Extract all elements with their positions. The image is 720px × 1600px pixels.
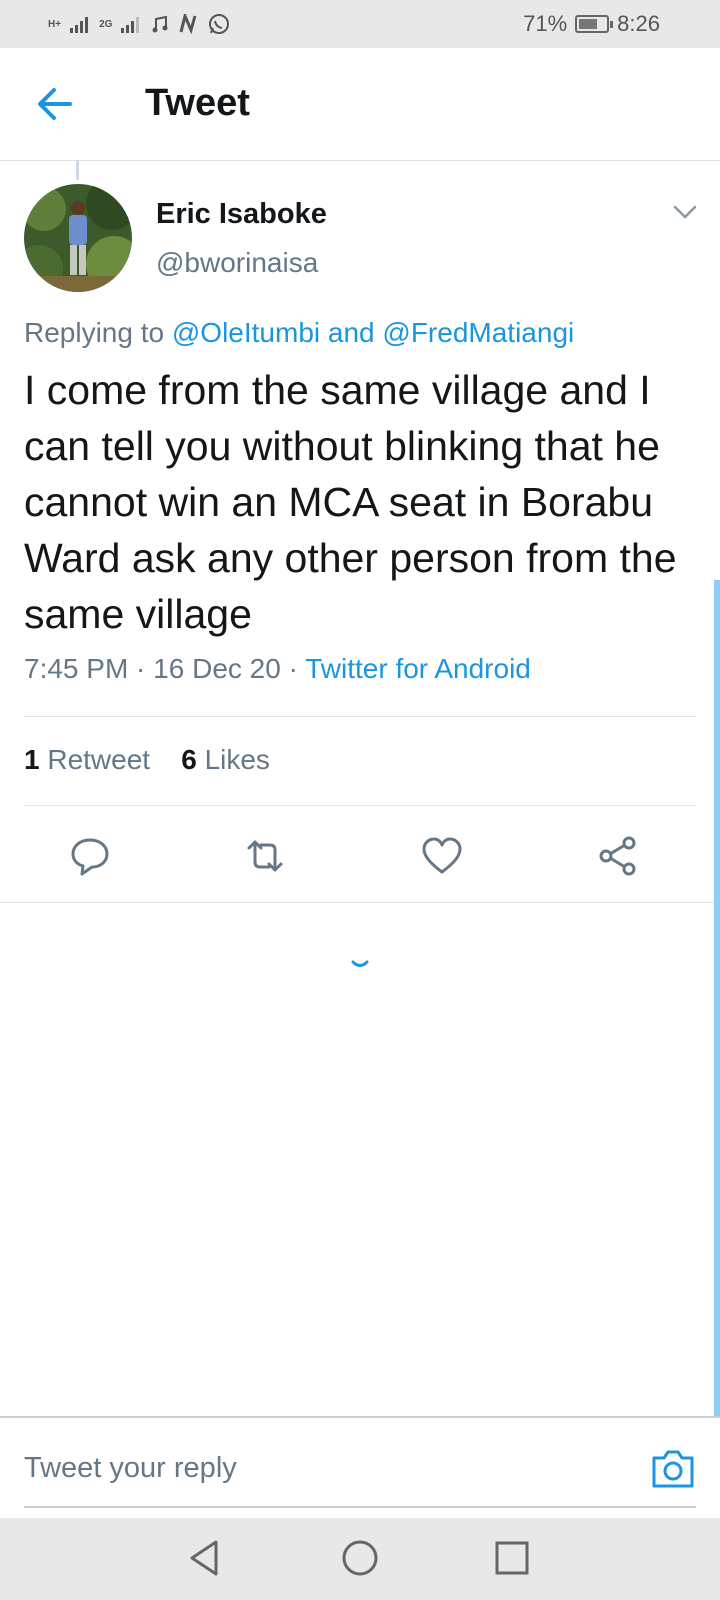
like-count: 6 <box>181 744 197 775</box>
mention-joiner: and <box>320 317 383 348</box>
reply-icon[interactable] <box>68 834 112 878</box>
share-icon[interactable] <box>596 834 640 878</box>
meta-separator: · <box>128 653 154 684</box>
nav-home-icon[interactable] <box>340 1538 380 1578</box>
nav-back-icon[interactable] <box>186 1538 226 1578</box>
divider <box>24 805 696 806</box>
author-handle[interactable]: @bworinaisa <box>156 247 318 279</box>
divider <box>24 716 696 717</box>
status-icons-right: 71% 8:26 <box>523 10 660 38</box>
signal-strength-icon <box>70 17 89 33</box>
clock: 8:26 <box>617 11 660 36</box>
meta-separator: · <box>280 653 306 684</box>
chevron-down-icon[interactable] <box>672 202 698 222</box>
mention-link[interactable]: @OleItumbi <box>172 317 320 348</box>
heart-icon[interactable] <box>420 834 464 878</box>
system-nav-bar <box>0 1518 720 1600</box>
status-icons-left: H+ 2G <box>48 10 230 38</box>
loading-spinner-icon <box>350 958 370 970</box>
replying-prefix: Replying to <box>24 317 172 348</box>
back-arrow-icon[interactable] <box>32 82 78 126</box>
thread-line <box>76 160 79 180</box>
likes-label: Likes <box>204 744 270 775</box>
tweet-time: 7:45 PM <box>24 653 129 684</box>
reply-underline <box>24 1506 696 1508</box>
whatsapp-icon <box>209 14 230 34</box>
music-icon <box>152 15 168 33</box>
divider <box>0 902 720 903</box>
signal-strength-icon <box>121 17 140 33</box>
network-1-label: H+ <box>48 18 62 30</box>
battery-percent: 71% <box>523 11 568 36</box>
replying-to: Replying to @OleItumbi and @FredMatiangi <box>24 317 574 349</box>
tweet-text: I come from the same village and I can t… <box>24 367 677 637</box>
nav-recents-icon[interactable] <box>492 1538 532 1578</box>
likes-stat[interactable]: 6 Likes <box>181 744 270 775</box>
reply-input[interactable]: Tweet your reply <box>24 1452 237 1485</box>
nfc-icon <box>179 14 197 34</box>
tweet-source[interactable]: Twitter for Android <box>305 653 531 684</box>
retweet-label: Retweet <box>47 744 151 775</box>
action-bar <box>0 820 720 900</box>
app-bar: Tweet <box>0 48 720 161</box>
tweet-date: 16 Dec 20 <box>153 653 281 684</box>
avatar[interactable] <box>24 184 132 292</box>
tweet-stats: 1 Retweet 6 Likes <box>24 744 270 776</box>
retweets-stat[interactable]: 1 Retweet <box>24 744 150 775</box>
scrollbar[interactable] <box>714 580 720 1416</box>
author-name[interactable]: Eric Isaboke <box>156 198 327 231</box>
reply-divider <box>0 1416 720 1418</box>
battery-level <box>579 19 598 29</box>
mention-link[interactable]: @FredMatiangi <box>382 317 574 348</box>
retweet-icon[interactable] <box>243 834 287 878</box>
network-2-label: 2G <box>99 18 113 30</box>
page-title: Tweet <box>145 82 250 124</box>
retweet-count: 1 <box>24 744 40 775</box>
status-bar: H+ 2G 71% 8:26 <box>0 0 720 48</box>
camera-icon[interactable] <box>650 1446 696 1490</box>
tweet-meta: 7:45 PM · 16 Dec 20 · Twitter for Androi… <box>24 653 531 685</box>
battery-icon <box>575 15 614 33</box>
